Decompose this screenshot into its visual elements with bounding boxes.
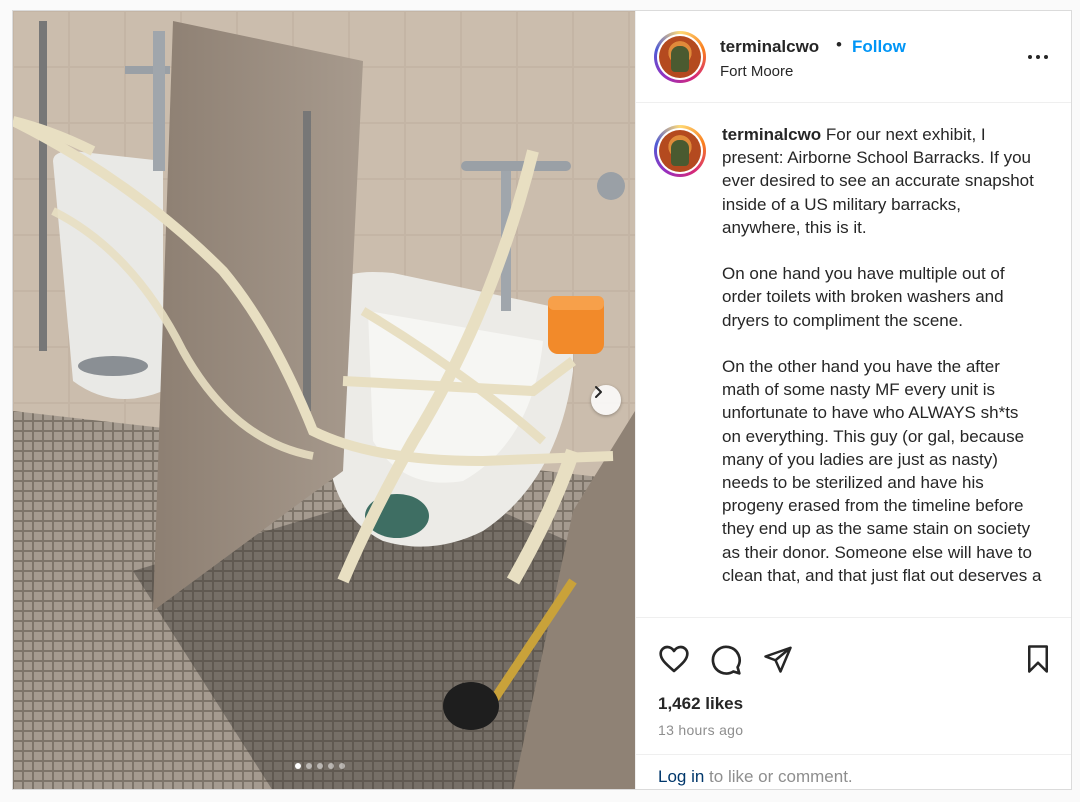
carousel-dot: [339, 763, 345, 769]
comments-section[interactable]: terminalcwo For our next exhibit, I pres…: [636, 103, 1071, 617]
login-link[interactable]: Log in: [658, 767, 704, 786]
post-image[interactable]: [13, 11, 635, 789]
like-heart-icon[interactable]: [658, 644, 690, 674]
post-timestamp[interactable]: 13 hours ago: [658, 722, 743, 738]
post-dialog: terminalcwo • Follow Fort Moore terminal…: [12, 10, 1072, 790]
post-side-panel: terminalcwo • Follow Fort Moore terminal…: [635, 11, 1071, 789]
post-actions: 1,462 likes 13 hours ago Log in to like …: [636, 617, 1071, 789]
share-icon[interactable]: [762, 644, 794, 674]
carousel-next-button[interactable]: [591, 385, 621, 415]
likes-count[interactable]: 1,462 likes: [658, 694, 743, 714]
avatar-image: [659, 36, 701, 78]
follow-button[interactable]: Follow: [852, 37, 906, 57]
caption-author-avatar[interactable]: [654, 125, 706, 177]
post-location[interactable]: Fort Moore: [720, 63, 793, 80]
post-header: terminalcwo • Follow Fort Moore: [636, 11, 1071, 103]
carousel-indicator: [295, 763, 345, 769]
avatar-image: [659, 130, 701, 172]
chevron-right-icon: [595, 386, 602, 398]
post-caption: terminalcwo For our next exhibit, I pres…: [722, 123, 1042, 587]
carousel-dot: [328, 763, 334, 769]
caption-text: For our next exhibit, I present: Airborn…: [722, 125, 1042, 585]
carousel-dot: [317, 763, 323, 769]
carousel-dot: [295, 763, 301, 769]
bathroom-photo: [13, 11, 635, 789]
carousel-dot: [306, 763, 312, 769]
header-separator: •: [836, 35, 842, 54]
more-options-icon[interactable]: [1024, 47, 1052, 67]
author-username[interactable]: terminalcwo: [720, 37, 819, 57]
save-bookmark-icon[interactable]: [1024, 644, 1052, 674]
author-avatar[interactable]: [654, 31, 706, 83]
login-prompt: Log in to like or comment.: [636, 754, 1071, 789]
comment-icon[interactable]: [710, 644, 742, 676]
caption-username[interactable]: terminalcwo: [722, 125, 821, 144]
login-prompt-text: to like or comment.: [704, 767, 853, 786]
